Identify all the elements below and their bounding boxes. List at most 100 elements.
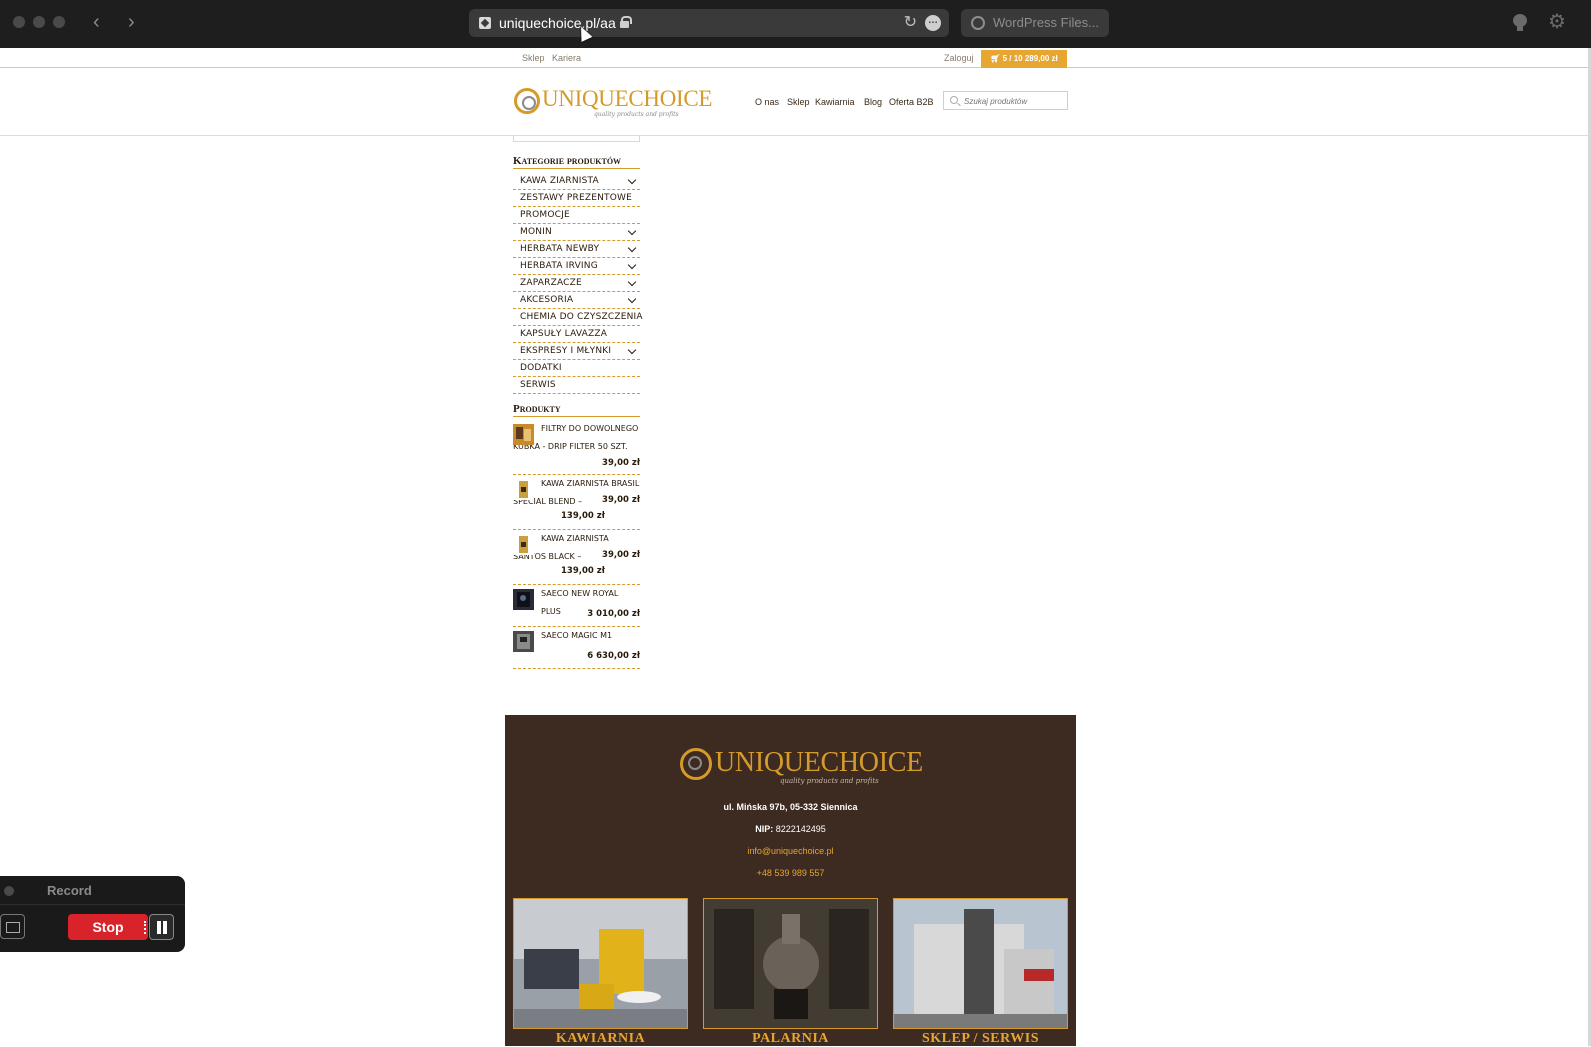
category-label: SERWIS (520, 380, 556, 390)
category-label: CHEMIA DO CZYSZCZENIA (520, 312, 643, 322)
chevron-down-icon[interactable] (627, 175, 637, 185)
record-title: Record (47, 883, 92, 898)
product-item[interactable]: FILTRY DO DOWOLNEGO KUBKA - DRIP FILTER … (513, 420, 640, 475)
products-title: Produkty (513, 403, 640, 417)
chevron-down-icon[interactable] (627, 345, 637, 355)
product-item[interactable]: KAWA ZIARNISTA BRASIL SPECIAL BLEND – 39… (513, 475, 640, 530)
category-item[interactable]: CHEMIA DO CZYSZCZENIA (513, 309, 643, 326)
close-window-icon[interactable] (13, 16, 25, 28)
logo-text: UNIQUECHOICE (715, 747, 923, 778)
site-footer: UNIQUECHOICE quality products and profit… (505, 715, 1076, 1046)
chevron-down-icon[interactable] (627, 243, 637, 253)
product-item[interactable]: SAECO NEW ROYAL PLUS 3 010,00 zł (513, 585, 640, 627)
wordpress-icon (971, 16, 985, 30)
tile-kawiarnia-image[interactable] (513, 898, 688, 1029)
category-item[interactable]: PROMOCJE (513, 207, 640, 224)
topbar-link-kariera[interactable]: Kariera (552, 53, 581, 63)
nav-item-sklep[interactable]: Sklep (787, 97, 810, 107)
site-logo[interactable]: UNIQUECHOICE quality products and profit… (514, 84, 712, 120)
search-box[interactable] (943, 91, 1068, 110)
drag-handle-icon[interactable] (144, 921, 147, 934)
footer-logo[interactable]: UNIQUECHOICE quality products and profit… (680, 747, 923, 787)
chevron-down-icon[interactable] (627, 226, 637, 236)
category-label: ZESTAWY PREZENTOWE (520, 193, 633, 203)
topbar-link-sklep[interactable]: Sklep (522, 53, 545, 63)
forward-arrow-icon[interactable]: › (128, 12, 135, 32)
product-thumbnail (513, 424, 534, 445)
tile-sklep-serwis-image[interactable] (893, 898, 1068, 1029)
login-link[interactable]: Zaloguj (944, 53, 974, 63)
record-divider (0, 904, 185, 905)
tile-palarnia-image[interactable] (703, 898, 878, 1029)
product-price-max: 139,00 zł (561, 566, 605, 576)
product-thumbnail (513, 479, 534, 500)
wordpress-tab-label: WordPress Files... (993, 15, 1099, 30)
pause-button-icon[interactable] (149, 914, 174, 940)
nav-item-blog[interactable]: Blog (864, 97, 882, 107)
category-item[interactable]: ZESTAWY PREZENTOWE (513, 190, 640, 207)
category-item[interactable]: KAWA ZIARNISTA (513, 173, 640, 190)
product-price: 3 010,00 zł (587, 609, 640, 619)
product-item[interactable]: KAWA ZIARNISTA SANTOS BLACK – 39,00 zł 1… (513, 530, 640, 585)
category-label: HERBATA IRVING (520, 261, 598, 271)
chevron-down-icon[interactable] (627, 260, 637, 270)
category-item[interactable]: DODATKI (513, 360, 640, 377)
category-item[interactable]: SERWIS (513, 377, 640, 394)
category-label: MONIN (520, 227, 552, 237)
wordpress-files-tab[interactable]: WordPress Files... (961, 9, 1109, 37)
back-arrow-icon[interactable]: ‹ (93, 12, 100, 32)
lightbulb-icon[interactable] (1513, 14, 1527, 32)
product-price-max: 139,00 zł (561, 511, 605, 521)
category-label: HERBATA NEWBY (520, 244, 600, 254)
url-text[interactable]: uniquechoice.pl/aa (499, 15, 616, 31)
category-label: KAWA ZIARNISTA (520, 176, 599, 186)
nav-item-oferta-b2b[interactable]: Oferta B2B (889, 97, 934, 107)
product-price: 6 630,00 zł (587, 651, 640, 661)
logo-text: UNIQUECHOICE (542, 86, 713, 111)
more-options-icon[interactable]: … (925, 15, 941, 31)
record-close-icon[interactable] (4, 886, 14, 896)
product-list: FILTRY DO DOWOLNEGO KUBKA - DRIP FILTER … (513, 420, 640, 669)
category-item[interactable]: HERBATA NEWBY (513, 241, 640, 258)
logo-mark-icon (514, 88, 540, 114)
category-label: EKSPRESY I MŁYNKI (520, 346, 612, 356)
record-widget: Record Stop (0, 876, 185, 952)
category-label: AKCESORIA (520, 295, 574, 305)
footer-email[interactable]: info@uniquechoice.pl (505, 846, 1076, 856)
category-item[interactable]: AKCESORIA (513, 292, 640, 309)
nav-item-o-nas[interactable]: O nas (755, 97, 779, 107)
footer-nip: NIP: 8222142495 (505, 824, 1076, 834)
category-item[interactable]: KAPSUŁY LAVAZZA (513, 326, 640, 343)
chevron-down-icon[interactable] (627, 294, 637, 304)
product-price: 39,00 zł (602, 458, 640, 468)
product-thumbnail (513, 534, 534, 555)
reload-icon[interactable]: ↻ (904, 12, 917, 32)
top-bar: Sklep Kariera Zaloguj 🛒︎ 5 / 10 289,00 z… (0, 48, 1588, 68)
product-item[interactable]: SAECO MAGIC M1 6 630,00 zł (513, 627, 640, 669)
category-item[interactable]: EKSPRESY I MŁYNKI (513, 343, 640, 360)
partial-select[interactable] (513, 136, 640, 142)
nav-item-kawiarnia[interactable]: Kawiarnia (815, 97, 855, 107)
site-favicon-icon (479, 17, 491, 29)
chevron-down-icon[interactable] (627, 277, 637, 287)
tile-kawiarnia-label[interactable]: KAWIARNIA (513, 1031, 688, 1047)
logo-tagline: quality products and profits (594, 111, 679, 118)
search-input[interactable] (964, 94, 1064, 108)
tile-sklep-serwis-label[interactable]: SKLEP / SERWIS (893, 1031, 1068, 1047)
cart-summary: 5 / 10 289,00 zł (1002, 54, 1058, 63)
gear-icon[interactable]: ⚙ (1548, 12, 1566, 32)
stop-button[interactable]: Stop (68, 914, 148, 940)
category-item[interactable]: HERBATA IRVING (513, 258, 640, 275)
cart-button[interactable]: 🛒︎ 5 / 10 289,00 zł (981, 50, 1067, 68)
address-bar[interactable]: uniquechoice.pl/aa ↻ … (469, 9, 949, 37)
search-icon (950, 96, 958, 104)
browser-toolbar: ‹ › uniquechoice.pl/aa ↻ … WordPress Fil… (0, 0, 1591, 48)
minimize-window-icon[interactable] (33, 16, 45, 28)
web-page: Sklep Kariera Zaloguj 🛒︎ 5 / 10 289,00 z… (0, 48, 1588, 1046)
category-item[interactable]: ZAPARZACZE (513, 275, 640, 292)
window-capture-icon[interactable] (0, 914, 25, 939)
tile-palarnia-label[interactable]: PALARNIA (703, 1031, 878, 1047)
maximize-window-icon[interactable] (53, 16, 65, 28)
footer-phone[interactable]: +48 539 989 557 (505, 868, 1076, 878)
category-item[interactable]: MONIN (513, 224, 640, 241)
